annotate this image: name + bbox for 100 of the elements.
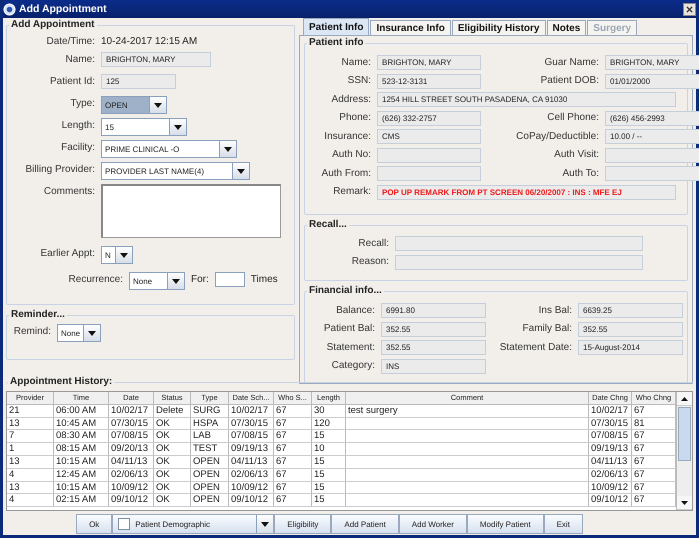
text-field[interactable]: (626) 332-2757 — [377, 110, 481, 126]
up-arrow-icon[interactable] — [681, 396, 688, 400]
text-field[interactable]: (626) 456-2993 — [605, 110, 699, 126]
tab[interactable]: Patient Info — [303, 18, 370, 35]
field-label: Recurrence: — [68, 273, 123, 286]
dropdown[interactable]: None — [57, 324, 101, 342]
action-button[interactable]: Eligibility — [274, 514, 332, 534]
table-cell: 10/02/17 — [109, 404, 154, 418]
text-field[interactable]: 352.55 — [578, 322, 683, 336]
text-field[interactable] — [605, 166, 699, 181]
window-title: Add Appointment — [19, 3, 107, 15]
text-field[interactable]: 1254 HILL STREET SOUTH PASADENA, CA 91030 — [377, 92, 676, 107]
table-cell: 08:15 AM — [54, 443, 109, 456]
field-label: Recall: — [357, 238, 389, 250]
table-cell: 4 — [7, 494, 54, 508]
text-field[interactable]: 10.00 / -- — [605, 129, 699, 144]
field-label: Patient Bal: — [322, 323, 375, 335]
text-field[interactable] — [377, 148, 481, 162]
text-field[interactable]: 15-August-2014 — [578, 340, 683, 355]
table-cell: 1 — [7, 443, 54, 456]
dropdown[interactable]: N — [101, 246, 133, 264]
table-cell: 09/19/13 — [589, 443, 632, 456]
table-cell: 06:00 AM — [54, 404, 109, 418]
caret-icon — [172, 278, 180, 284]
text-field[interactable]: 6991.80 — [381, 303, 486, 318]
text-field[interactable]: 125 — [101, 74, 176, 89]
tab[interactable]: Insurance Info — [370, 20, 451, 35]
text-field[interactable]: BRIGHTON, MARY — [101, 52, 211, 67]
action-button[interactable]: Add Patient — [331, 514, 399, 534]
text-field[interactable] — [395, 254, 643, 270]
table-cell: 15 — [312, 430, 346, 444]
action-button[interactable]: Add Worker — [398, 514, 467, 534]
text-field[interactable]: 01/01/2000 — [605, 74, 699, 88]
text-field[interactable]: BRIGHTON, MARY — [377, 55, 481, 70]
checkbox[interactable] — [118, 518, 130, 530]
text-field[interactable]: BRIGHTON, MARY — [605, 55, 699, 70]
action-button[interactable]: Ok — [76, 514, 112, 534]
text-field[interactable] — [395, 236, 643, 251]
field-label: Auth From: — [320, 168, 371, 180]
text-field[interactable]: 352.55 — [381, 340, 486, 355]
dropdown[interactable]: None — [129, 272, 185, 290]
table-cell: OK — [154, 456, 191, 469]
text-field[interactable]: 6639.25 — [578, 303, 683, 318]
table-cell: OPEN — [191, 482, 229, 494]
close-button[interactable] — [683, 2, 696, 16]
table-cell: OPEN — [191, 456, 229, 469]
field-label: Reason: — [350, 256, 389, 268]
table-cell: 07/08/15 — [229, 430, 274, 444]
field-label: Earlier Appt: — [40, 247, 95, 260]
table-cell: 15 — [312, 456, 346, 469]
demographic-dropdown[interactable]: Patient Demographic — [112, 514, 274, 534]
action-button[interactable]: Modify Patient — [466, 514, 544, 534]
patient-demographic-checkbox[interactable]: Patient Demographic — [113, 515, 256, 533]
text-field[interactable]: POP UP REMARK FROM PT SCREEN 06/20/2007 : INS : MFE EJ — [377, 184, 676, 200]
text-field[interactable]: CMS — [377, 129, 481, 144]
group-title: Appointment History: — [8, 376, 114, 388]
tab[interactable]: Eligibility History — [452, 20, 546, 35]
table-cell: 67 — [274, 404, 312, 418]
text-field[interactable]: INS — [381, 358, 486, 374]
table-cell: 12:45 AM — [54, 468, 109, 482]
table-cell: 09/10/12 — [229, 494, 274, 508]
down-arrow-icon[interactable] — [681, 500, 688, 504]
field-label: Remind: — [12, 325, 51, 338]
text-field[interactable] — [605, 148, 699, 162]
text-field[interactable]: 523-12-3131 — [377, 74, 481, 88]
table-cell: 67 — [274, 456, 312, 469]
dropdown[interactable]: PRIME CLINICAL -O — [101, 140, 237, 158]
text-field[interactable] — [377, 166, 481, 181]
table-cell: 67 — [274, 418, 312, 430]
field-label: Remark: — [332, 186, 371, 198]
field-label: Billing Provider: — [24, 163, 95, 176]
comments-field[interactable] — [101, 184, 281, 238]
table-cell: 10/09/12 — [109, 482, 154, 494]
text-field[interactable]: 352.55 — [381, 322, 486, 336]
table-cell: 04/11/13 — [229, 456, 274, 469]
table-cell: OK — [154, 494, 191, 508]
field-label: CoPay/Deductible: — [515, 130, 599, 142]
field-label: Statement: — [326, 342, 375, 354]
field-label: Name: — [64, 53, 95, 66]
table-cell: 10:45 AM — [54, 418, 109, 430]
table-cell: 09/10/12 — [589, 494, 632, 508]
dropdown[interactable]: PROVIDER LAST NAME(4) — [101, 162, 250, 180]
table-cell: 67 — [274, 443, 312, 456]
table-cell: OPEN — [191, 494, 229, 508]
scrollbar[interactable] — [676, 392, 692, 510]
table-cell: 07/30/15 — [589, 418, 632, 430]
tab[interactable]: Notes — [546, 20, 586, 35]
dropdown[interactable]: OPEN — [101, 96, 167, 114]
table-cell: 08:30 AM — [54, 430, 109, 444]
table-cell: 04/11/13 — [109, 456, 154, 469]
field-label: Times — [250, 273, 278, 286]
table-cell: 07/08/15 — [109, 430, 154, 444]
table-cell: 15 — [312, 494, 346, 508]
action-button[interactable]: Exit — [544, 514, 583, 534]
table-cell: 10 — [312, 443, 346, 456]
times-field[interactable] — [214, 272, 245, 287]
table-cell: 10:15 AM — [54, 456, 109, 469]
table-cell: test surgery — [346, 404, 589, 418]
field-label: Facility: — [60, 141, 95, 154]
dropdown[interactable]: 15 — [101, 118, 187, 136]
